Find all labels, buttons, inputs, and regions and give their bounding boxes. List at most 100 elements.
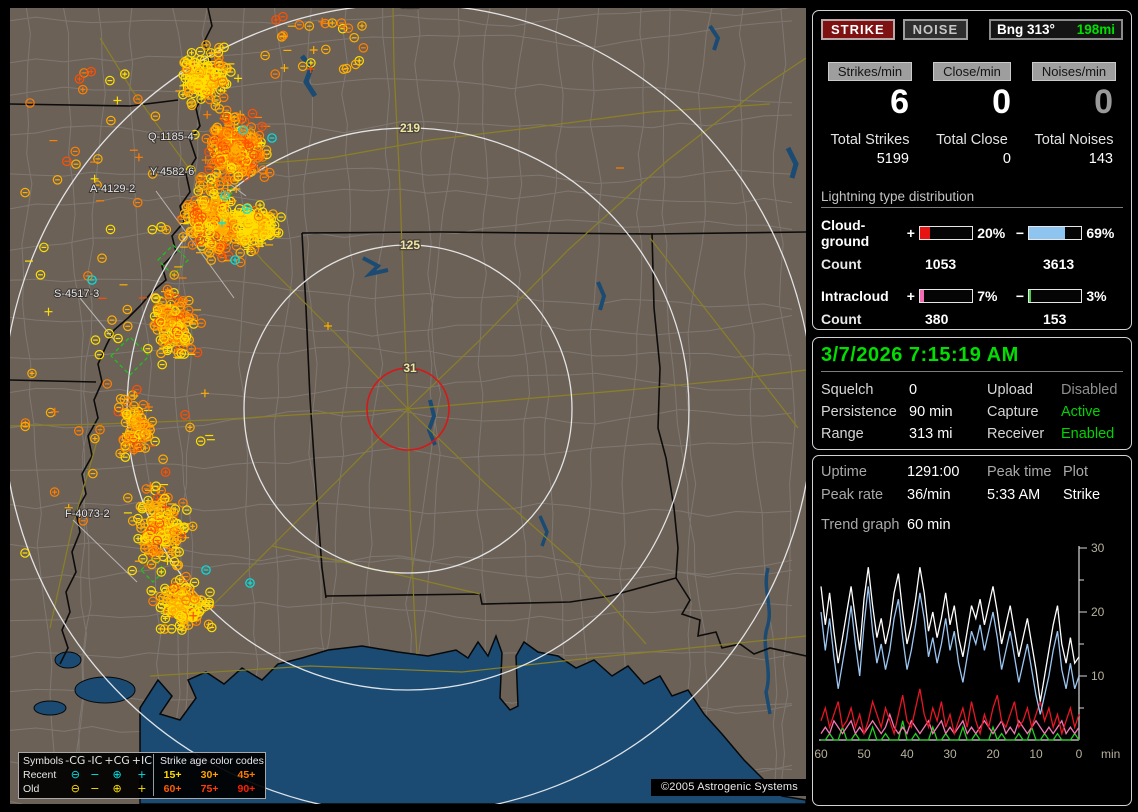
ic-negative-bar	[1028, 289, 1082, 303]
peak-time-label: Peak time	[987, 464, 1063, 480]
plot-mode-value: Strike	[1063, 487, 1123, 503]
legend-col-pos-ic: +IC	[131, 754, 154, 768]
age-30: 30+	[191, 768, 228, 782]
svg-text:50: 50	[857, 747, 871, 761]
svg-text:60: 60	[814, 747, 828, 761]
bearing-readout: Bng 313° 198mi	[989, 19, 1123, 40]
map-legend: Symbols -CG -IC +CG +IC Strike age color…	[18, 752, 266, 799]
close-per-min-button[interactable]: Close/min	[933, 62, 1011, 81]
pos-cg-recent-icon: ⊕	[103, 768, 130, 782]
svg-text:min: min	[1101, 747, 1120, 761]
upload-status: Disabled	[1061, 382, 1123, 398]
legend-row-recent: Recent	[22, 768, 64, 782]
close-per-min-value: 0	[921, 83, 1023, 122]
age-90: 90+	[228, 782, 265, 796]
trend-graph: 1020306050403020100min	[813, 540, 1131, 778]
ic-negative-pct: 3%	[1086, 288, 1123, 304]
stats-panel: STRIKE NOISE Bng 313° 198mi Strikes/min …	[812, 10, 1132, 330]
trend-graph-label: Trend graph	[821, 517, 907, 533]
svg-text:20: 20	[1091, 605, 1105, 619]
legend-col-neg-ic: -IC	[86, 754, 103, 768]
legend-age-title: Strike age color codes	[153, 754, 264, 768]
noises-per-min-button[interactable]: Noises/min	[1032, 62, 1116, 81]
legend-col-neg-cg: -CG	[64, 754, 86, 768]
total-strikes-label: Total Strikes	[819, 132, 921, 148]
peak-rate-label: Peak rate	[821, 487, 907, 503]
trend-chart-canvas: 1020306050403020100min	[813, 540, 1131, 778]
map-canvas: 31125219313 Q-1185-4Y-4582-6A-4129-2S-45…	[10, 8, 806, 804]
range-label: Range	[821, 426, 909, 442]
capture-status: Active	[1061, 404, 1123, 420]
persistence-label: Persistence	[821, 404, 909, 420]
peak-rate-value: 36/min	[907, 487, 987, 503]
upload-label: Upload	[987, 382, 1061, 398]
lightning-map[interactable]: 31125219313 Q-1185-4Y-4582-6A-4129-2S-45…	[10, 8, 806, 804]
cg-negative-count: 3613	[1043, 256, 1123, 272]
total-strikes-value: 5199	[819, 151, 921, 167]
copyright-note: ©2005 Astrogenic Systems	[651, 779, 806, 796]
svg-text:30: 30	[943, 747, 957, 761]
svg-text:Q-1185-4: Q-1185-4	[148, 131, 194, 143]
strikes-per-min-button[interactable]: Strikes/min	[828, 62, 912, 81]
total-noises-label: Total Noises	[1023, 132, 1125, 148]
squelch-value: 0	[909, 382, 987, 398]
strikes-per-min-value: 6	[819, 83, 921, 122]
strike-button[interactable]: STRIKE	[821, 19, 895, 40]
intracloud-label: Intracloud	[821, 288, 905, 304]
ic-positive-pct: 7%	[977, 288, 1014, 304]
legend-row-old: Old	[22, 782, 64, 796]
trend-graph-value: 60 min	[907, 517, 951, 533]
ic-positive-bar	[919, 289, 973, 303]
total-close-label: Total Close	[921, 132, 1023, 148]
capture-label: Capture	[987, 404, 1061, 420]
uptime-label: Uptime	[821, 464, 907, 480]
info-trend-panel: Uptime 1291:00 Peak time Plot Peak rate …	[812, 455, 1132, 806]
receiver-label: Receiver	[987, 426, 1061, 442]
pos-ic-recent-icon: +	[131, 768, 154, 782]
minus-sign: −	[1014, 288, 1026, 304]
svg-text:125: 125	[400, 238, 420, 252]
svg-text:10: 10	[1029, 747, 1043, 761]
legend-symbols-header: Symbols	[22, 754, 64, 768]
ic-count-label: Count	[821, 311, 925, 327]
neg-ic-old-icon: −	[86, 782, 103, 796]
cg-negative-bar	[1028, 226, 1082, 240]
receiver-status: Enabled	[1061, 426, 1123, 442]
status-panel: 3/7/2026 7:15:19 AM Squelch 0 Upload Dis…	[812, 337, 1132, 450]
distribution-title: Lightning type distribution	[821, 189, 1123, 208]
cg-positive-pct: 20%	[977, 225, 1014, 241]
range-value: 313 mi	[909, 426, 987, 442]
plus-sign: +	[905, 225, 917, 241]
svg-text:313: 313	[400, 8, 420, 11]
ic-positive-count: 380	[925, 311, 1043, 327]
neg-cg-recent-icon: ⊖	[64, 768, 86, 782]
noises-per-min-value: 0	[1023, 83, 1125, 122]
svg-text:F-4073-2: F-4073-2	[65, 508, 110, 520]
squelch-label: Squelch	[821, 382, 909, 398]
svg-text:219: 219	[400, 121, 420, 135]
age-60: 60+	[153, 782, 191, 796]
age-15: 15+	[153, 768, 191, 782]
bearing-value: Bng 313°	[997, 22, 1055, 37]
total-close-value: 0	[921, 151, 1023, 167]
svg-text:10: 10	[1091, 669, 1105, 683]
state-borders	[10, 8, 806, 664]
datetime-display: 3/7/2026 7:15:19 AM	[821, 344, 1123, 372]
neg-ic-recent-icon: −	[86, 768, 103, 782]
minus-sign: −	[1014, 225, 1026, 241]
pos-ic-old-icon: +	[131, 782, 154, 796]
legend-col-pos-cg: +CG	[103, 754, 130, 768]
age-75: 75+	[191, 782, 228, 796]
peak-time-value: 5:33 AM	[987, 487, 1063, 503]
persistence-value: 90 min	[909, 404, 987, 420]
cg-positive-count: 1053	[925, 256, 1043, 272]
bearing-distance: 198mi	[1077, 22, 1115, 37]
svg-text:S-4517-3: S-4517-3	[54, 288, 99, 300]
uptime-value: 1291:00	[907, 464, 987, 480]
cloud-ground-label: Cloud-ground	[821, 217, 905, 249]
cg-positive-bar	[919, 226, 973, 240]
highways	[10, 8, 806, 676]
svg-text:0: 0	[1076, 747, 1083, 761]
noise-button[interactable]: NOISE	[903, 19, 968, 40]
svg-text:Y-4582-6: Y-4582-6	[150, 166, 194, 178]
